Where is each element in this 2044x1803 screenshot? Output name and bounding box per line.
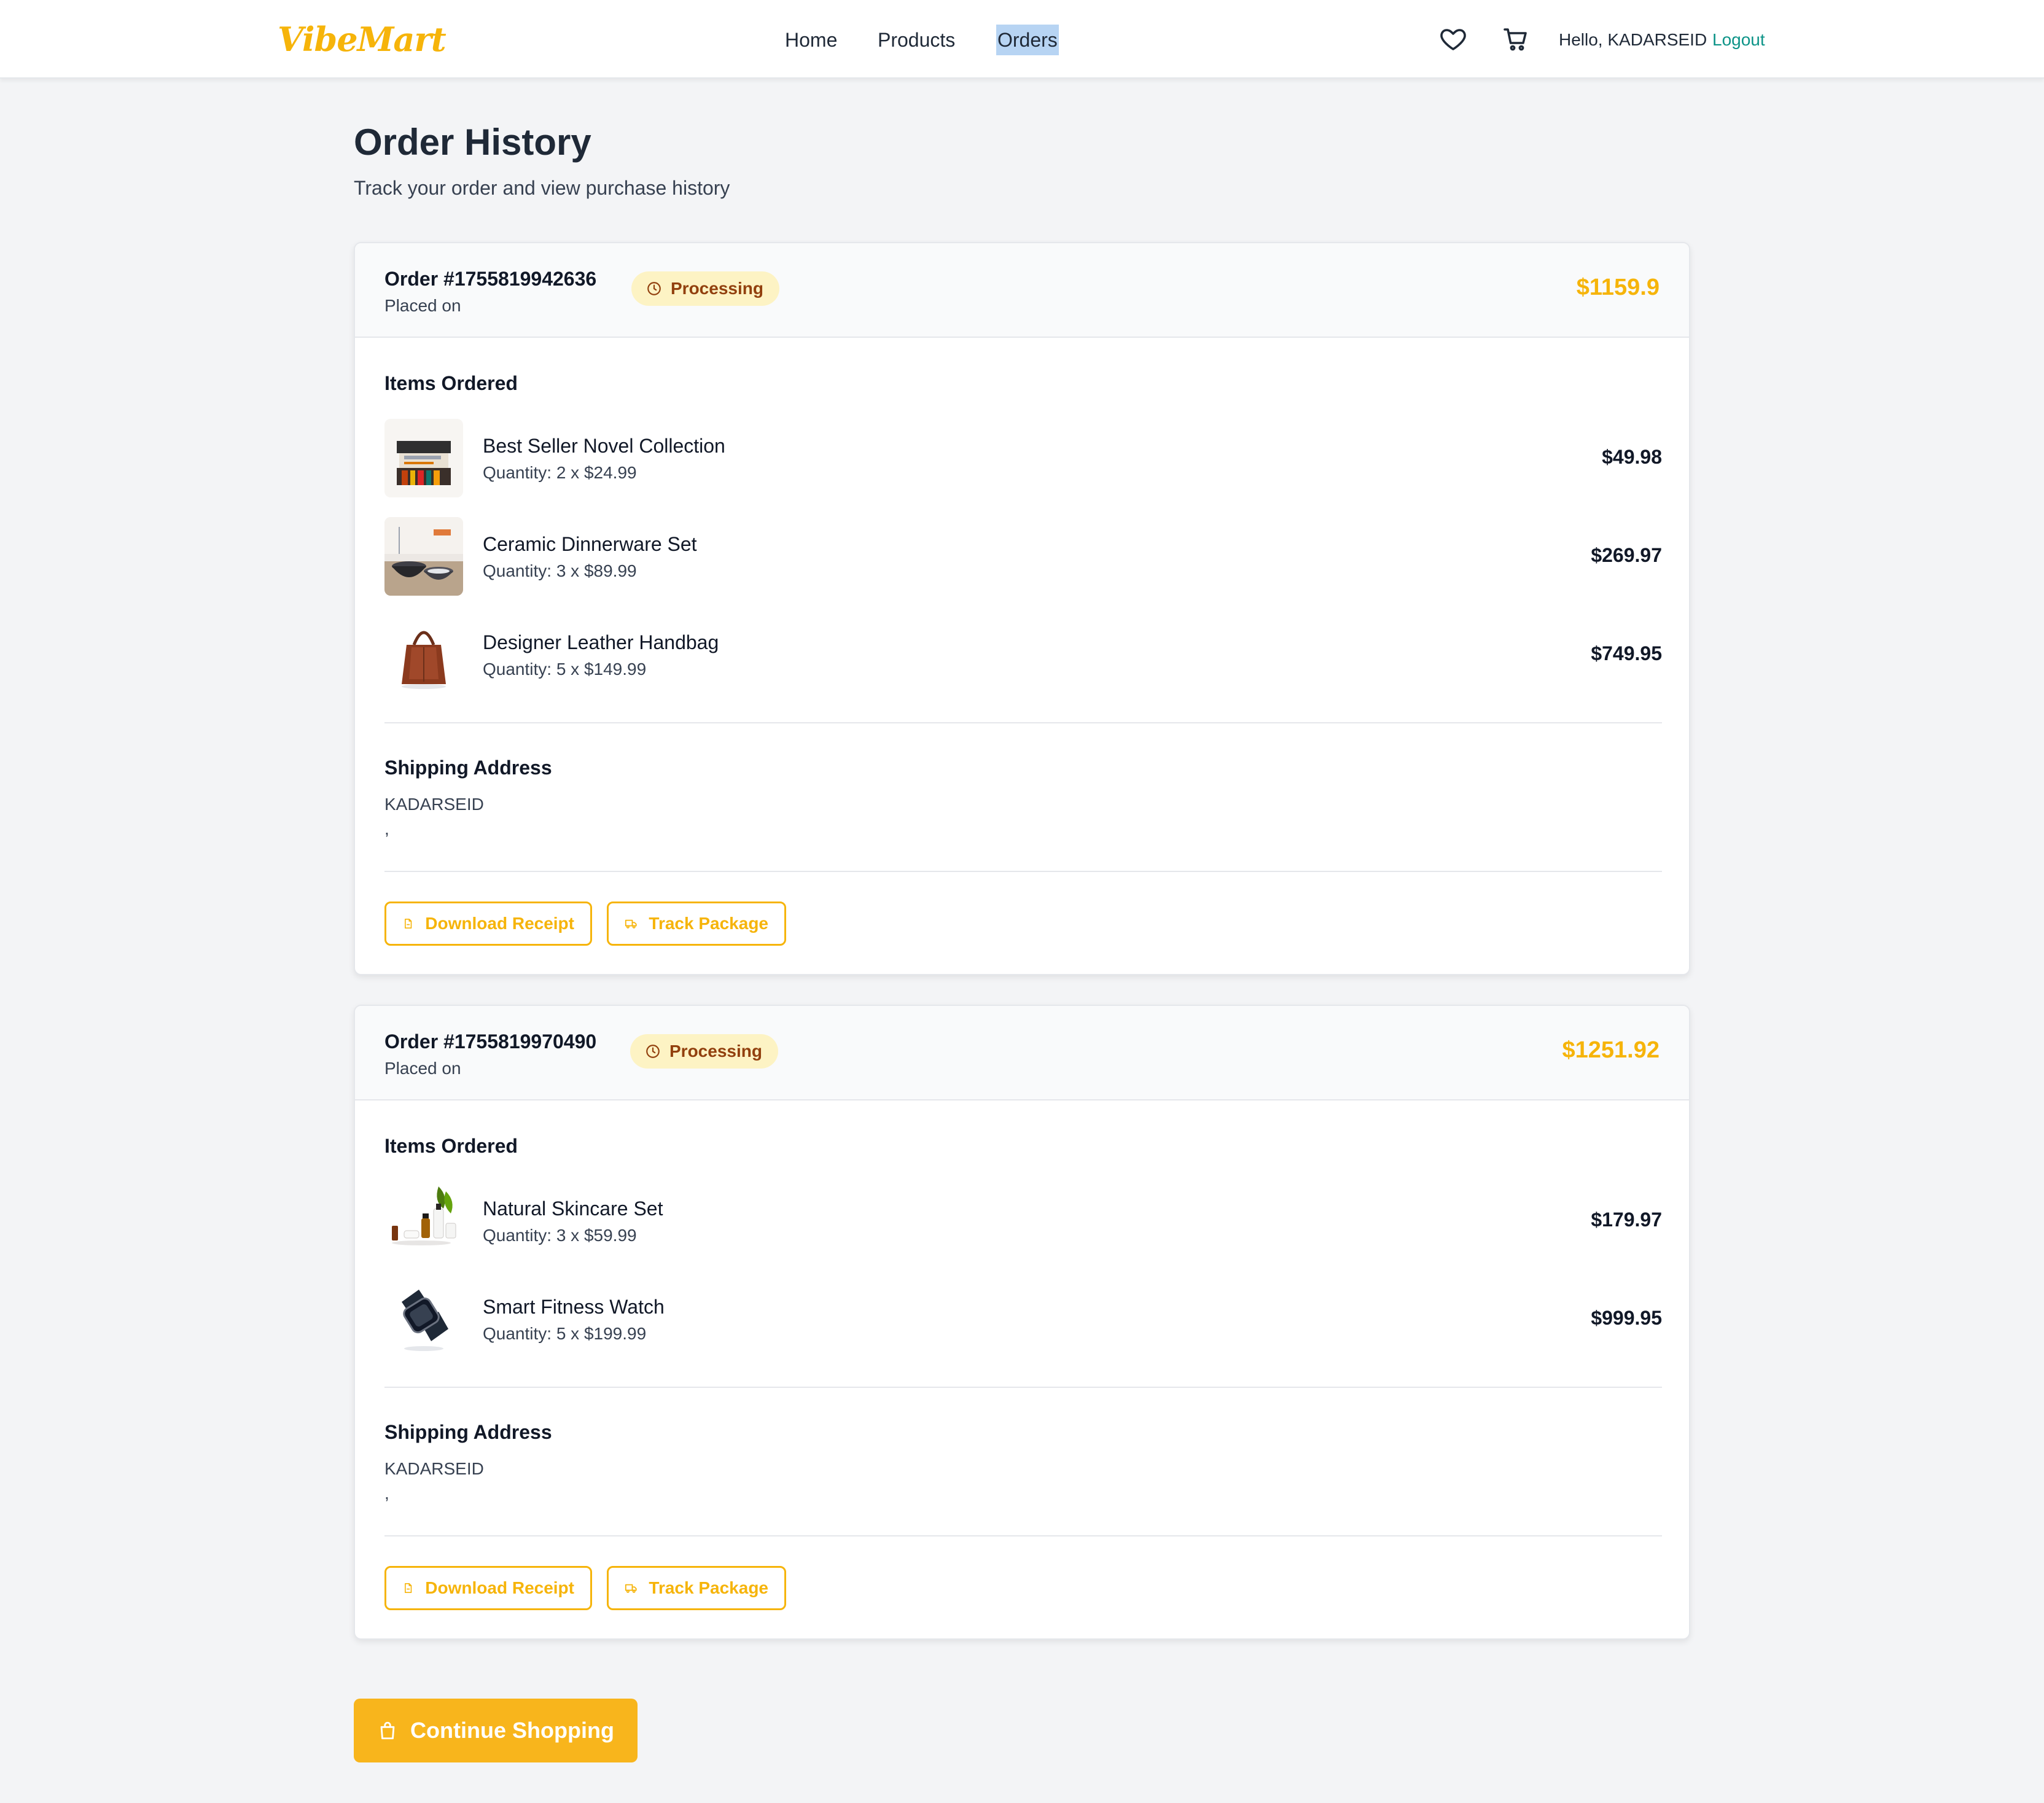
- list-item: Smart Fitness Watch Quantity: 5 x $199.9…: [384, 1280, 1662, 1358]
- status-text: Processing: [669, 1042, 762, 1061]
- heart-icon[interactable]: [1438, 25, 1468, 54]
- item-quantity: Quantity: 3 x $59.99: [483, 1226, 637, 1245]
- item-quantity: Quantity: 3 x $89.99: [483, 561, 637, 580]
- download-receipt-label: Download Receipt: [425, 1578, 574, 1597]
- nav-products[interactable]: Products: [878, 25, 955, 55]
- track-package-label: Track Package: [649, 914, 768, 933]
- download-receipt-label: Download Receipt: [425, 914, 574, 933]
- item-name[interactable]: Smart Fitness Watch: [483, 1293, 665, 1320]
- items-ordered-heading: Items Ordered: [384, 1135, 518, 1157]
- download-receipt-button[interactable]: Download Receipt: [384, 901, 592, 946]
- truck-icon: [625, 919, 637, 929]
- product-thumbnail-handbag[interactable]: [384, 615, 463, 694]
- item-name[interactable]: Ceramic Dinnerware Set: [483, 531, 697, 558]
- status-badge: Processing: [631, 271, 779, 306]
- order-number: Order #1755819942636: [384, 268, 597, 290]
- product-thumbnail-watch[interactable]: [384, 1280, 463, 1358]
- divider: [384, 1535, 1662, 1536]
- shipping-address-heading: Shipping Address: [384, 1421, 552, 1443]
- list-item: Natural Skincare Set Quantity: 3 x $59.9…: [384, 1182, 1662, 1260]
- shipping-address-heading: Shipping Address: [384, 757, 552, 779]
- shipping-name: KADARSEID: [384, 795, 484, 814]
- page-title: Order History: [354, 122, 591, 163]
- divider: [384, 722, 1662, 723]
- order-header: Order #1755819942636 Placed on Processin…: [355, 243, 1689, 338]
- track-package-button[interactable]: Track Package: [607, 1566, 786, 1610]
- continue-shopping-label: Continue Shopping: [410, 1718, 614, 1743]
- status-badge: Processing: [630, 1034, 778, 1069]
- document-icon: [405, 918, 412, 929]
- placed-on-label: Placed on: [384, 1059, 461, 1078]
- page-subtitle: Track your order and view purchase histo…: [354, 177, 730, 199]
- shopping-bag-icon: [380, 1721, 395, 1740]
- divider: [384, 871, 1662, 872]
- product-thumbnail-dinnerware[interactable]: [384, 517, 463, 596]
- list-item: Ceramic Dinnerware Set Quantity: 3 x $89…: [384, 517, 1662, 596]
- item-price: $269.97: [1591, 544, 1662, 566]
- item-quantity: Quantity: 2 x $24.99: [483, 463, 637, 482]
- items-ordered-heading: Items Ordered: [384, 372, 518, 394]
- continue-shopping-button[interactable]: Continue Shopping: [354, 1699, 638, 1762]
- item-name[interactable]: Designer Leather Handbag: [483, 629, 719, 656]
- status-text: Processing: [671, 279, 763, 298]
- order-total: $1251.92: [1562, 1037, 1660, 1063]
- placed-on-label: Placed on: [384, 296, 461, 315]
- track-package-button[interactable]: Track Package: [607, 901, 786, 946]
- order-number: Order #1755819970490: [384, 1030, 597, 1053]
- shipping-name: KADARSEID: [384, 1459, 484, 1478]
- product-thumbnail-skincare[interactable]: [384, 1182, 463, 1260]
- logo[interactable]: VibeMart: [278, 16, 447, 63]
- item-price: $749.95: [1591, 642, 1662, 664]
- download-receipt-button[interactable]: Download Receipt: [384, 1566, 592, 1610]
- user-greeting: Hello, KADARSEID: [1559, 30, 1707, 49]
- list-item: Best Seller Novel Collection Quantity: 2…: [384, 419, 1662, 497]
- nav-orders[interactable]: Orders: [996, 25, 1059, 55]
- item-name[interactable]: Natural Skincare Set: [483, 1195, 663, 1222]
- shipping-address-line: ,: [384, 1484, 389, 1503]
- cart-icon[interactable]: [1501, 25, 1531, 54]
- shipping-address-line: ,: [384, 819, 389, 838]
- item-price: $49.98: [1602, 446, 1662, 468]
- item-price: $179.97: [1591, 1209, 1662, 1231]
- order-total: $1159.9: [1576, 275, 1660, 300]
- item-quantity: Quantity: 5 x $149.99: [483, 660, 647, 679]
- logout-link[interactable]: Logout: [1712, 27, 1765, 53]
- order-card: Order #1755819970490 Placed on Processin…: [354, 1005, 1690, 1640]
- item-quantity: Quantity: 5 x $199.99: [483, 1324, 647, 1343]
- clock-icon: [646, 1045, 660, 1058]
- item-price: $999.95: [1591, 1307, 1662, 1329]
- order-card: Order #1755819942636 Placed on Processin…: [354, 242, 1690, 975]
- item-name[interactable]: Best Seller Novel Collection: [483, 432, 725, 459]
- order-header: Order #1755819970490 Placed on Processin…: [355, 1006, 1689, 1100]
- document-icon: [405, 1583, 412, 1594]
- truck-icon: [625, 1584, 637, 1593]
- clock-icon: [647, 282, 661, 295]
- track-package-label: Track Package: [649, 1578, 768, 1597]
- list-item: Designer Leather Handbag Quantity: 5 x $…: [384, 615, 1662, 694]
- top-navbar: VibeMart Home Products Orders Hello, KAD…: [0, 0, 2044, 79]
- product-thumbnail-books[interactable]: [384, 419, 463, 497]
- divider: [384, 1387, 1662, 1388]
- nav-home[interactable]: Home: [785, 25, 837, 55]
